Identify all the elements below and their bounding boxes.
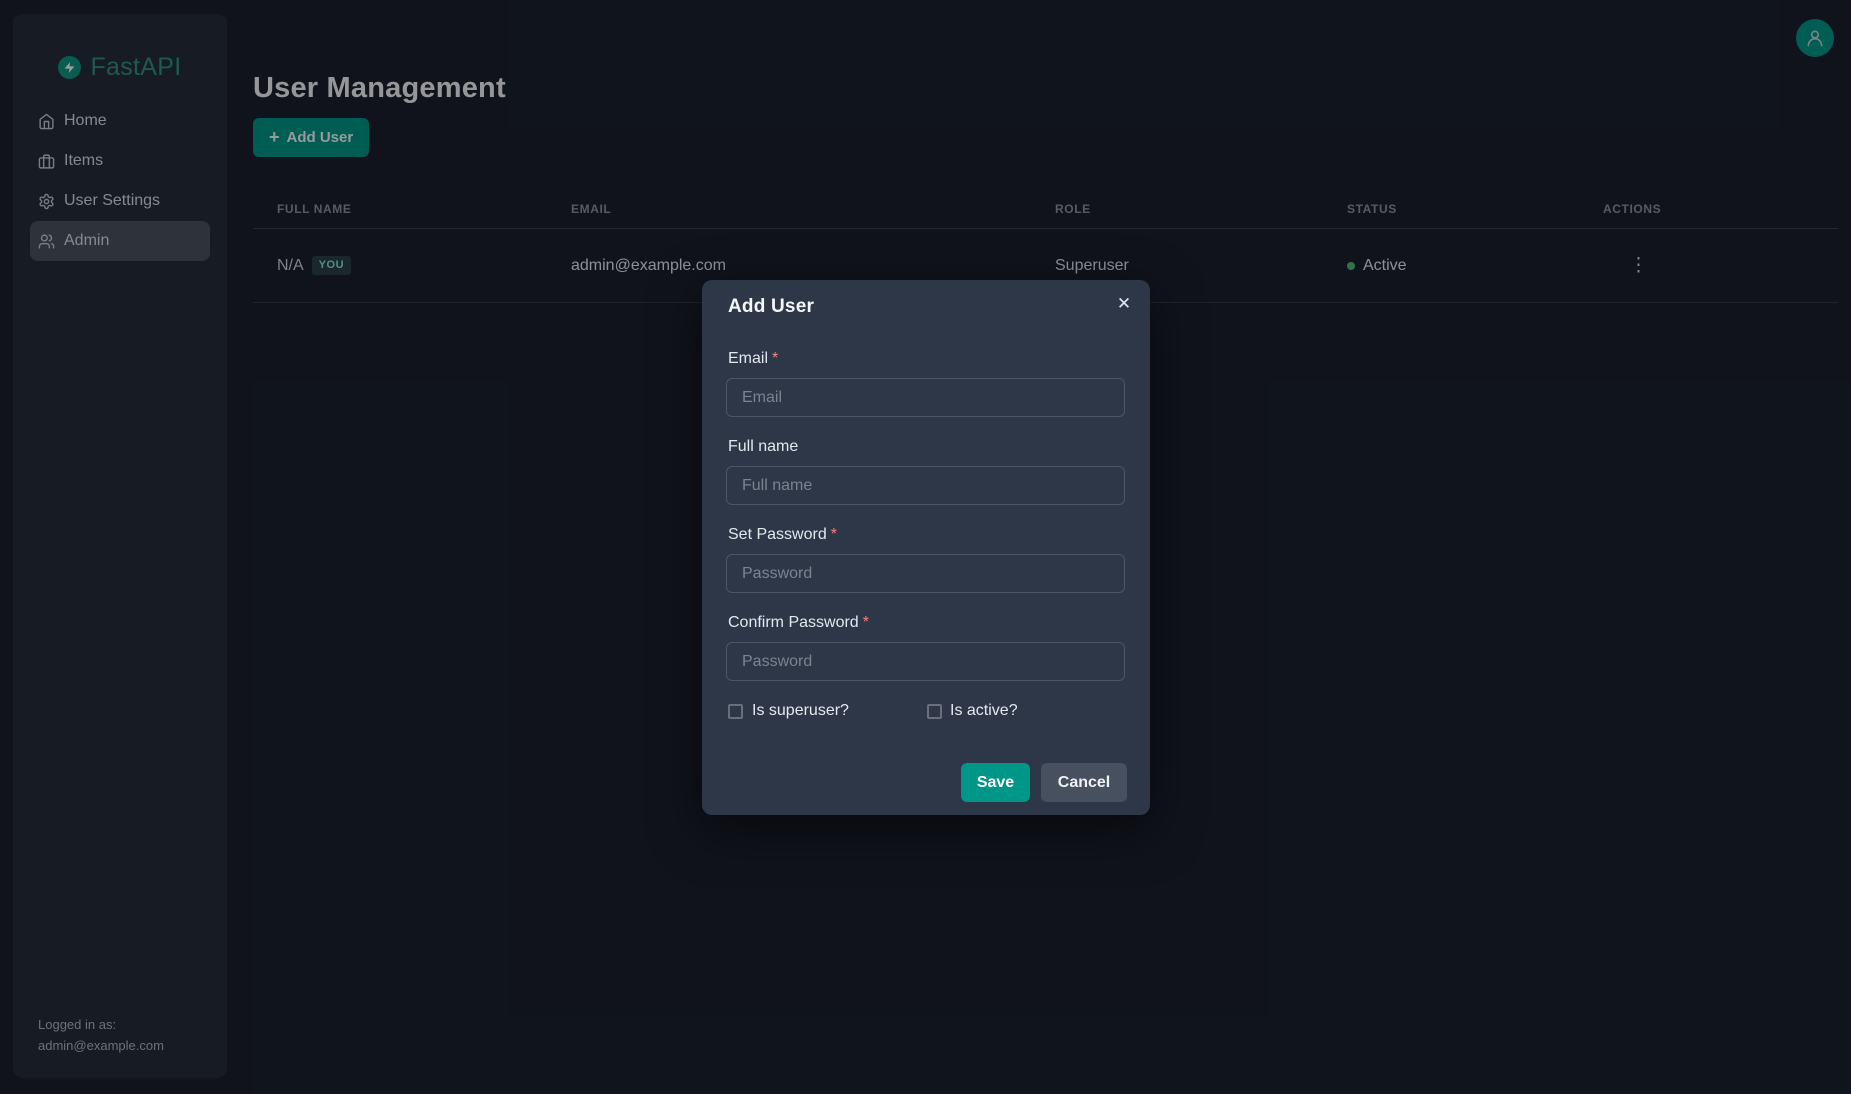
set-password-label: Set Password*	[728, 523, 837, 547]
full-name-label: Full name	[728, 435, 798, 459]
is-active-checkbox[interactable]	[927, 704, 942, 719]
is-superuser-checkbox[interactable]	[728, 704, 743, 719]
email-label: Email*	[728, 347, 778, 371]
confirm-password-label: Confirm Password*	[728, 611, 869, 635]
required-asterisk: *	[831, 526, 837, 543]
add-user-modal: Add User ✕ Email* Full name Set Password…	[702, 280, 1150, 815]
cancel-button[interactable]: Cancel	[1041, 763, 1127, 802]
email-field[interactable]	[726, 378, 1125, 417]
set-password-field[interactable]	[726, 554, 1125, 593]
required-asterisk: *	[863, 614, 869, 631]
is-superuser-label: Is superuser?	[752, 699, 849, 723]
confirm-password-field[interactable]	[726, 642, 1125, 681]
required-asterisk: *	[772, 350, 778, 367]
is-active-label: Is active?	[950, 699, 1018, 723]
full-name-field[interactable]	[726, 466, 1125, 505]
save-button[interactable]: Save	[961, 763, 1030, 802]
modal-title: Add User	[728, 296, 814, 318]
app-window: FastAPI Home Items User Settings Admin L…	[0, 0, 1851, 1094]
close-icon[interactable]: ✕	[1108, 288, 1140, 320]
